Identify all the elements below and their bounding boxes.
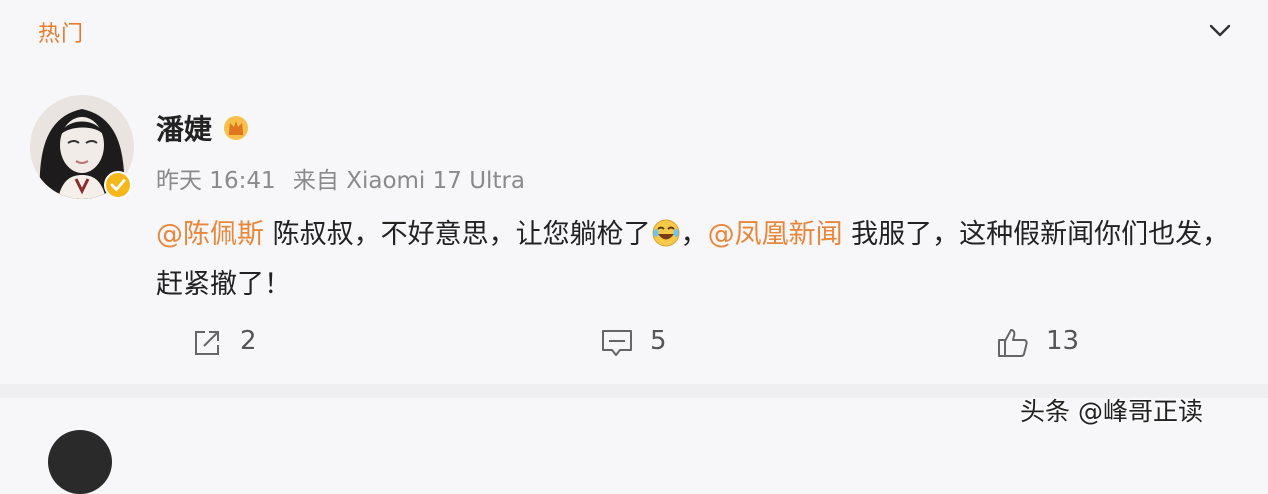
tab-bar: 热门 <box>0 0 1268 64</box>
mention-link[interactable]: @陈佩斯 <box>156 219 264 250</box>
share-count: 2 <box>240 326 257 356</box>
like-icon <box>998 329 1028 357</box>
chevron-down-icon[interactable] <box>1206 18 1234 42</box>
username[interactable]: 潘婕 <box>156 108 212 148</box>
crown-icon <box>224 116 248 140</box>
verified-badge-icon <box>104 171 132 199</box>
comment-icon <box>602 330 632 356</box>
post-time: 昨天 16:41 <box>156 168 276 194</box>
post-text-segment: ， <box>680 219 708 250</box>
watermark: 头条 @峰哥正读 <box>1020 397 1203 426</box>
like-count: 13 <box>1046 326 1080 356</box>
post-source: 来自 Xiaomi 17 Ultra <box>292 168 526 194</box>
post-text: @陈佩斯 陈叔叔，不好意思，让您躺枪了 ，@凤凰新闻 我服了，这种假新闻你们也发… <box>156 210 1246 310</box>
post-text-segment: 陈叔叔，不好意思，让您躺枪了 <box>264 219 651 250</box>
comment-count: 5 <box>650 326 667 356</box>
share-icon <box>195 331 219 355</box>
tab-hot[interactable]: 热门 <box>38 16 84 48</box>
post-meta: 昨天 16:41 来自 Xiaomi 17 Ultra <box>156 161 535 195</box>
laughing-crying-emoji-icon <box>652 219 680 247</box>
mention-link[interactable]: @凤凰新闻 <box>708 219 843 250</box>
